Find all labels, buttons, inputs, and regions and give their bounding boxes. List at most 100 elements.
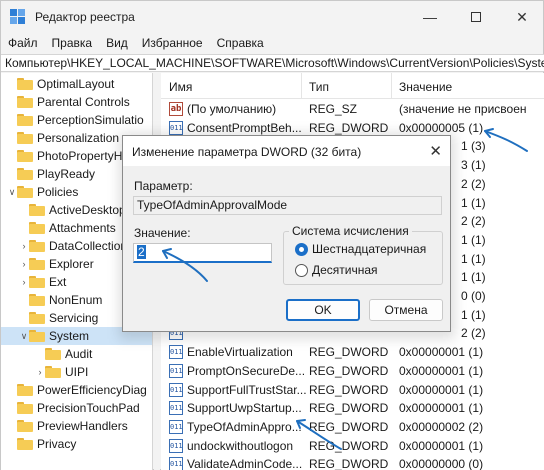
value-row[interactable]: 011 SupportFullTrustStar... REG_DWORD 0x000… [161, 381, 544, 399]
folder-icon [29, 312, 45, 324]
value-row[interactable]: ab (По умолчанию) REG_SZ (значение не присв… [161, 100, 544, 118]
expand-icon[interactable]: › [19, 277, 29, 287]
folder-icon [29, 258, 45, 270]
value-row[interactable]: 011 PromptOnSecureDe... REG_DWORD 0x0000000… [161, 362, 544, 380]
value-row[interactable]: 011 ValidateAdminCode... REG_DWORD 0x000000… [161, 455, 544, 470]
tree-item-label: PlayReady [37, 167, 96, 181]
tree-item[interactable]: › UIPI [1, 363, 152, 381]
folder-icon [17, 420, 33, 432]
value-data: 0x00000001 (1) [399, 382, 484, 397]
dialog-close-icon[interactable]: ✕ [429, 142, 442, 160]
tree-item-label: Privacy [37, 437, 77, 451]
value-row[interactable]: 011 EnableVirtualization REG_DWORD 0x000000… [161, 343, 544, 361]
tree-item-label: NonEnum [49, 293, 103, 307]
value-input[interactable]: 2 [133, 243, 272, 263]
value-data: 2 (2) [461, 326, 486, 341]
radio-hexadecimal[interactable]: Шестнадцатеричная [295, 242, 426, 256]
tree-item-label: PowerEfficiencyDiag [37, 383, 147, 397]
dword-value-icon: 011 [169, 457, 183, 470]
value-data: 1 (1) [461, 307, 486, 322]
menu-help[interactable]: Справка [210, 36, 271, 50]
value-data: 1 (1) [461, 251, 486, 266]
tree-item-label: DataCollection [49, 239, 128, 253]
value-type: REG_SZ [309, 102, 358, 116]
value-data: 2 (2) [461, 176, 486, 191]
tree-item[interactable]: Parental Controls [1, 93, 152, 111]
tree-item-label: UIPI [65, 365, 89, 379]
folder-icon [17, 132, 33, 144]
column-type[interactable]: Тип [309, 80, 329, 94]
window-title: Редактор реестра [35, 10, 135, 24]
menu-favorites[interactable]: Избранное [135, 36, 210, 50]
tree-item-label: Audit [65, 347, 93, 361]
base-label: Система исчисления [289, 224, 412, 238]
expand-icon[interactable]: › [35, 367, 45, 377]
tree-item[interactable]: Audit [1, 345, 152, 363]
value-data: 0x00000001 (1) [399, 438, 484, 453]
dword-value-icon: 011 [169, 363, 183, 378]
maximize-button[interactable] [453, 1, 499, 33]
tree-item[interactable]: PreviewHandlers [1, 417, 152, 435]
ok-button[interactable]: OK [286, 299, 360, 321]
value-data: 0x00000001 (1) [399, 345, 484, 360]
folder-icon [17, 150, 33, 162]
dec-label: Десятичная [312, 263, 378, 277]
value-data: (значение не присвоен [399, 102, 527, 116]
value-name: undockwithoutlogon [187, 438, 294, 453]
tree-item-label: PerceptionSimulatio [37, 113, 144, 127]
radio-dec-indicator[interactable] [295, 263, 308, 277]
value-data: 2 (2) [461, 214, 486, 229]
tree-item[interactable]: Privacy [1, 435, 152, 453]
value-type: REG_DWORD [309, 401, 389, 416]
registry-editor-icon [10, 9, 26, 25]
value-row[interactable]: 011 undockwithoutlogon REG_DWORD 0x00000001… [161, 437, 544, 455]
title-bar: Редактор реестра — ✕ [1, 1, 544, 33]
tree-item[interactable]: PowerEfficiencyDiag [1, 381, 152, 399]
collapse-icon[interactable]: ∨ [19, 331, 29, 342]
dword-value-icon: 011 [169, 419, 183, 434]
value-type: REG_DWORD [309, 345, 389, 360]
registry-editor-window: Редактор реестра — ✕ Файл Правка Вид Изб… [0, 0, 544, 470]
param-name-field: TypeOfAdminApprovalMode [133, 196, 442, 215]
column-value[interactable]: Значение [399, 80, 452, 94]
value-data: 0x00000001 (1) [399, 363, 484, 378]
menu-edit[interactable]: Правка [45, 36, 100, 50]
tree-item-label: Servicing [49, 311, 99, 325]
tree-item[interactable]: PrecisionTouchPad [1, 399, 152, 417]
menu-view[interactable]: Вид [99, 36, 135, 50]
menu-file[interactable]: Файл [1, 36, 45, 50]
folder-icon [17, 402, 33, 414]
expand-icon[interactable]: › [19, 241, 29, 251]
value-row[interactable]: 011 SupportUwpStartup... REG_DWORD 0x000000… [161, 399, 544, 417]
close-window-button[interactable]: ✕ [499, 1, 544, 33]
radio-decimal[interactable]: Десятичная [295, 263, 378, 277]
tree-item-label: OptimalLayout [37, 77, 115, 91]
collapse-icon[interactable]: ∨ [7, 187, 17, 198]
column-name[interactable]: Имя [169, 80, 192, 94]
value-data: 1 (1) [461, 270, 486, 285]
value-data: 0 (0) [461, 289, 486, 303]
value-row[interactable]: 011 TypeOfAdminAppro... REG_DWORD 0x0000000… [161, 418, 544, 436]
folder-icon [17, 114, 33, 126]
value-data: 0x00000000 (0) [399, 457, 484, 470]
tree-item[interactable]: PerceptionSimulatio [1, 111, 152, 129]
tree-item[interactable]: OptimalLayout [1, 75, 152, 93]
expand-icon[interactable]: › [19, 259, 29, 269]
radio-hex-indicator[interactable] [295, 242, 308, 256]
value-name: EnableVirtualization [187, 345, 293, 360]
folder-icon [17, 78, 33, 90]
dword-value-icon: 011 [169, 401, 183, 416]
folder-icon [45, 348, 61, 360]
minimize-button[interactable]: — [407, 1, 453, 33]
value-data: 3 (1) [461, 158, 486, 173]
folder-icon [29, 276, 45, 288]
cancel-button[interactable]: Отмена [369, 299, 443, 321]
string-value-icon: ab [169, 102, 183, 116]
folder-icon [17, 186, 33, 198]
dword-value-icon: 011 [169, 345, 183, 360]
tree-item-label: ActiveDesktop [49, 203, 126, 217]
value-data: 0x00000001 (1) [399, 401, 484, 416]
tree-item-label: PhotoPropertyHa [37, 149, 130, 163]
folder-icon [17, 168, 33, 180]
address-bar[interactable]: Компьютер\HKEY_LOCAL_MACHINE\SOFTWARE\Mi… [1, 54, 544, 72]
